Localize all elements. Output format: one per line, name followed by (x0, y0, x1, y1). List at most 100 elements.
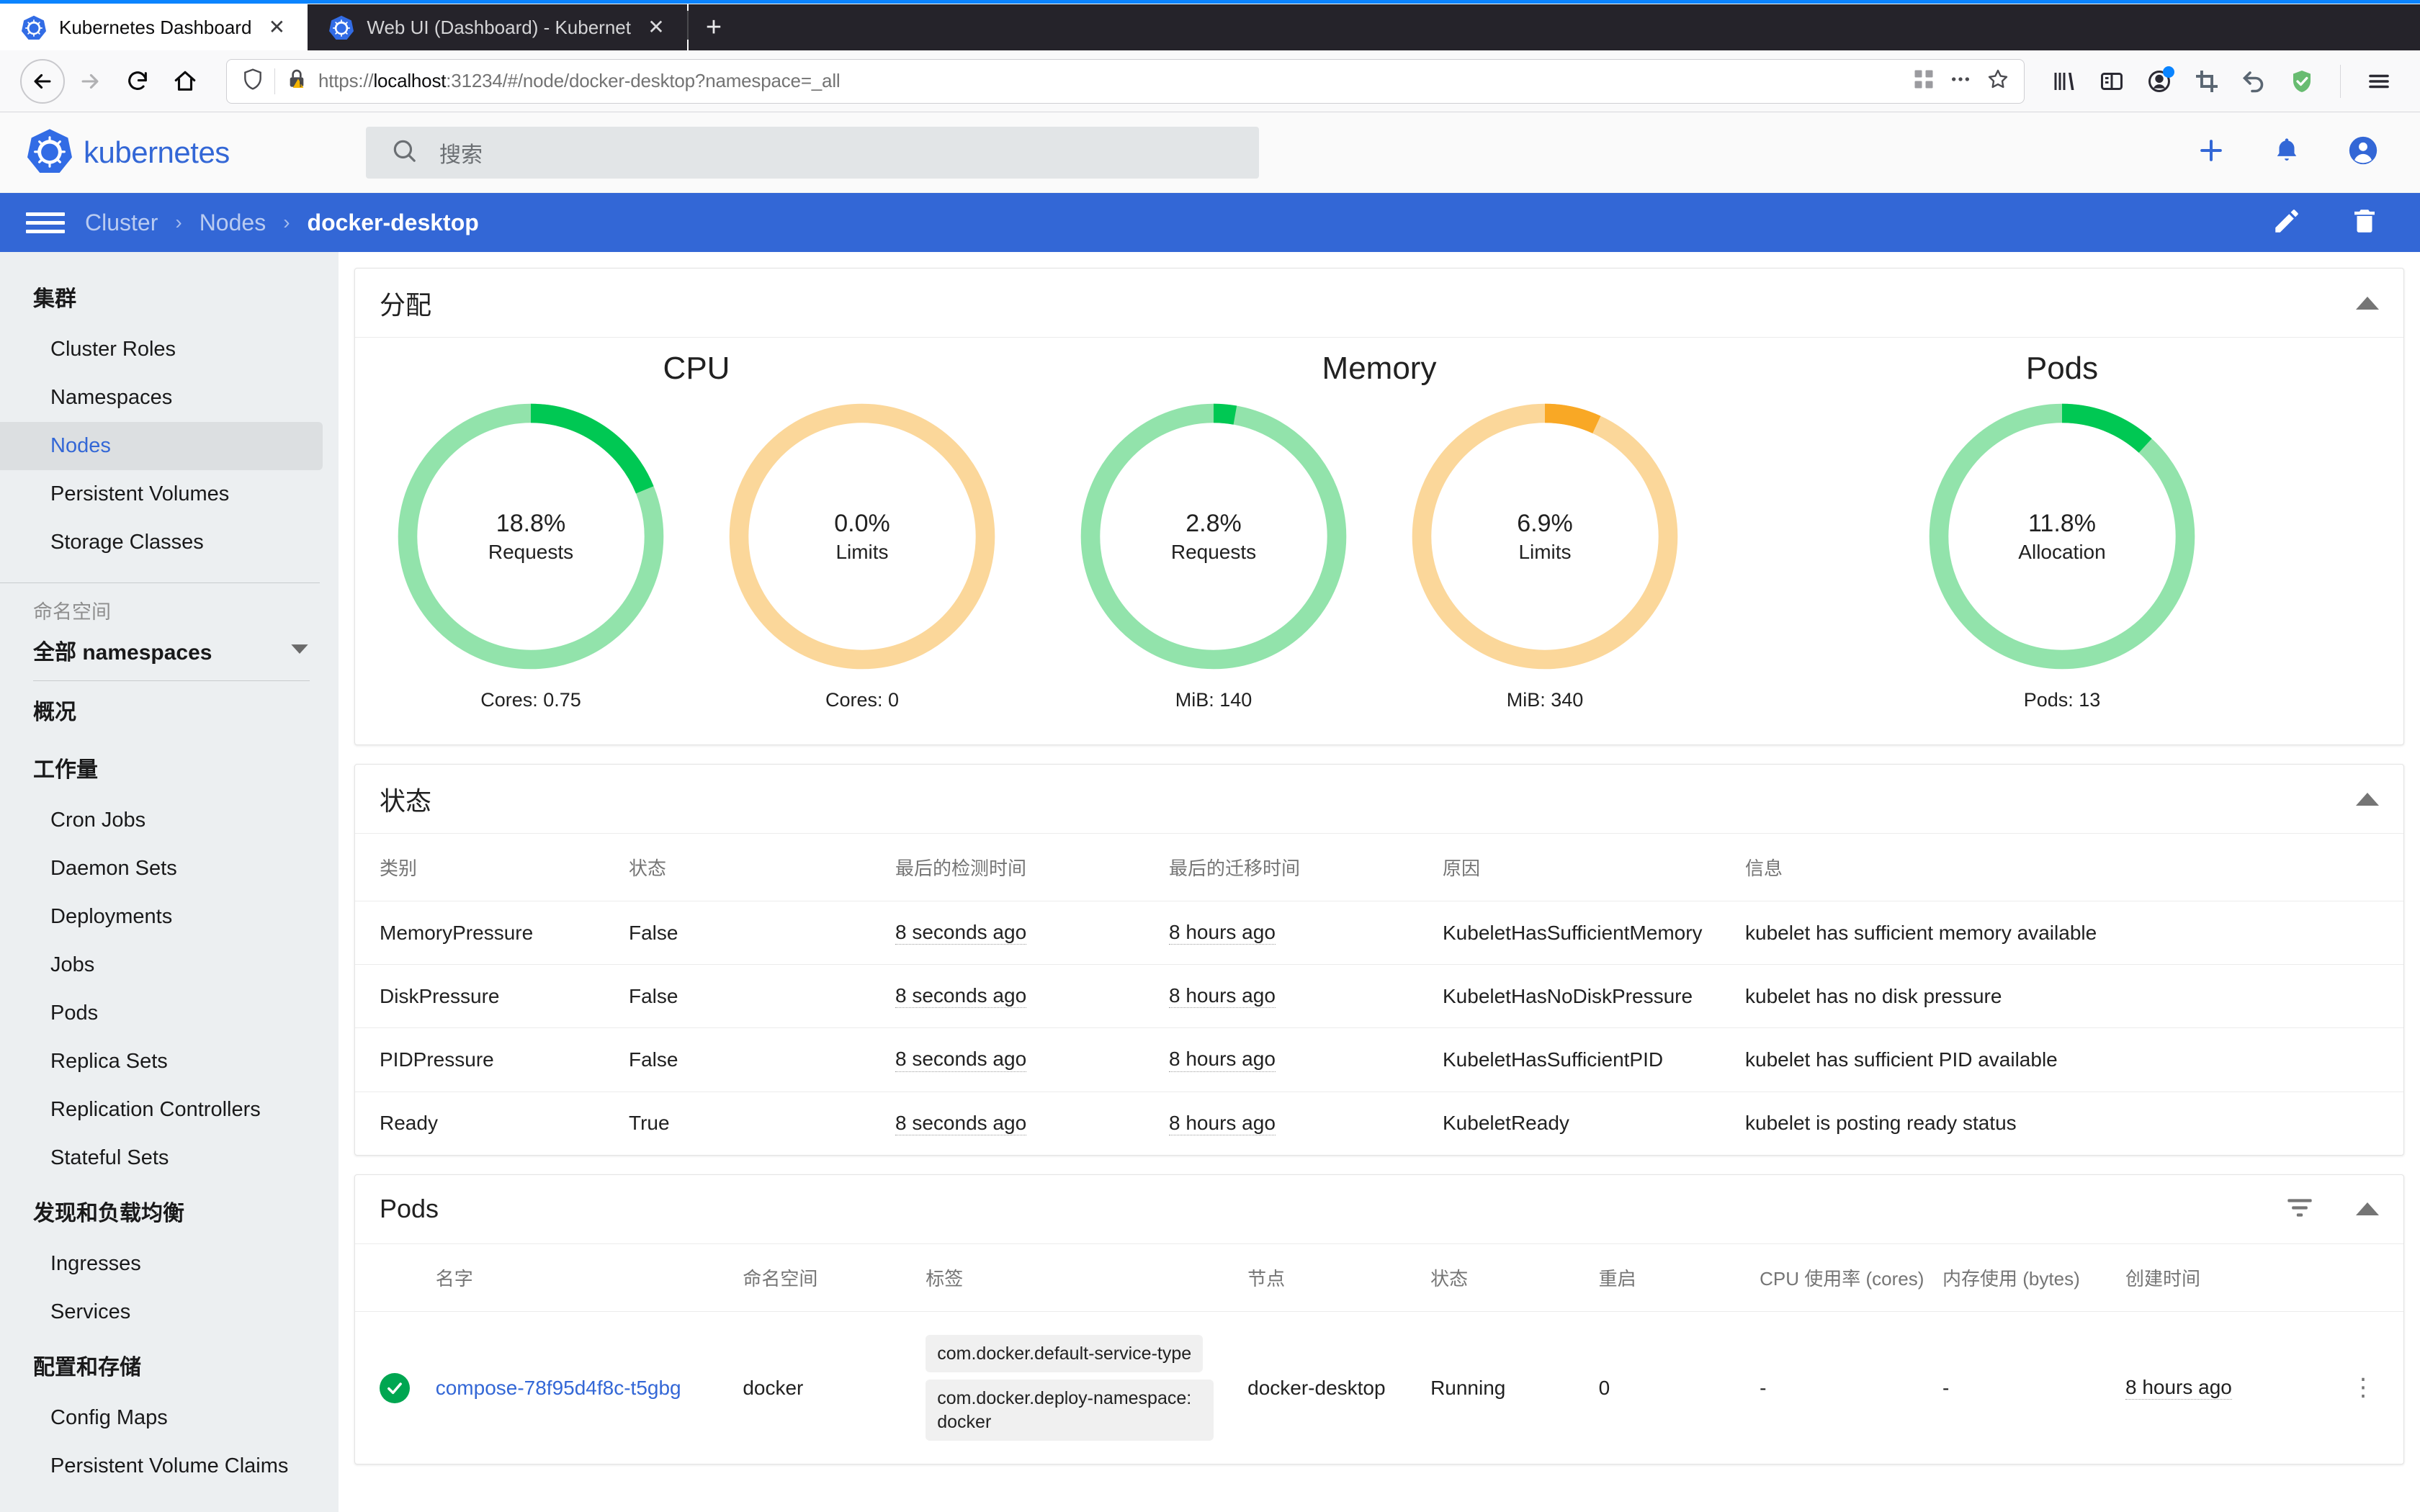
hamburger-menu-icon[interactable] (20, 212, 65, 233)
sidebar-item-namespaces[interactable]: Namespaces (0, 374, 323, 422)
lock-warning-icon[interactable] (285, 68, 308, 94)
pod-name-link[interactable]: compose-78f95d4f8c-t5gbg (436, 1377, 681, 1399)
account-icon[interactable] (2138, 60, 2180, 102)
sidebar-item-storage-classes[interactable]: Storage Classes (0, 518, 323, 567)
kebab-menu-icon[interactable]: ⋮ (2330, 1375, 2396, 1399)
new-tab-button[interactable]: + (688, 4, 739, 50)
sidebar-item-stateful-sets[interactable]: Stateful Sets (0, 1134, 323, 1182)
sidebar-item-pods[interactable]: Pods (0, 989, 323, 1038)
bell-icon[interactable] (2272, 135, 2302, 169)
sidebar-section-overview[interactable]: 概况 (0, 681, 339, 739)
column-header-type[interactable]: 类别 (355, 834, 629, 901)
pod-node: docker-desktop (1247, 1376, 1386, 1399)
kubernetes-logo-icon (27, 128, 72, 176)
sidebar-section-config: 配置和存储 (33, 1356, 141, 1380)
url-bar[interactable]: https://localhost:31234/#/node/docker-de… (226, 58, 2025, 104)
url-text[interactable]: https://localhost:31234/#/node/docker-de… (318, 70, 1903, 92)
sidebar-section-workloads: 工作量 (33, 758, 98, 782)
ellipsis-icon[interactable] (1949, 68, 1972, 94)
column-header-last-heartbeat[interactable]: 最后的检测时间 (895, 834, 1169, 901)
allocation-group-memory: Memory 2.8% Requests MiB: 140 6.9% Limit… (1038, 351, 1721, 711)
condition-status: False (629, 1027, 895, 1092)
column-header-last-transition[interactable]: 最后的迁移时间 (1169, 834, 1443, 901)
sidebar-item-config-maps[interactable]: Config Maps (0, 1394, 323, 1442)
qr-code-icon[interactable] (1913, 68, 1935, 94)
account-circle-icon[interactable] (2347, 134, 2380, 171)
pod-row-menu-cell[interactable]: ⋮ (2330, 1311, 2403, 1464)
collapse-caret-icon[interactable] (2356, 792, 2379, 806)
undo-icon[interactable] (2233, 60, 2275, 102)
home-icon[interactable] (163, 59, 207, 104)
sidebar-item-replication-controllers[interactable]: Replication Controllers (0, 1086, 323, 1134)
breadcrumb-item-cluster[interactable]: Cluster (85, 210, 158, 236)
column-header-restarts[interactable]: 重启 (1598, 1243, 1760, 1312)
column-header-memory[interactable]: 内存使用 (bytes) (1942, 1243, 2125, 1312)
library-icon[interactable] (2043, 60, 2085, 102)
collapse-caret-icon[interactable] (2356, 1202, 2379, 1216)
browser-navbar: https://localhost:31234/#/node/docker-de… (0, 50, 2420, 112)
label-chip: com.docker.default-service-type (926, 1334, 1204, 1373)
sidebar-item-services[interactable]: Services (0, 1288, 323, 1336)
pods-table-header-row: 名字 命名空间 标签 节点 状态 重启 CPU 使用率 (cores) 内存使用… (355, 1243, 2403, 1312)
star-icon[interactable] (1986, 68, 2009, 94)
allocation-card-header: 分配 (355, 269, 2403, 338)
donut-footer: Pods: 13 (2023, 689, 2101, 711)
allocation-group-title: CPU (663, 351, 730, 386)
condition-type: DiskPressure (355, 964, 629, 1029)
browser-tab-inactive[interactable]: Web UI (Dashboard) - Kubernet ✕ (308, 4, 687, 50)
sidebar-item-persistent-volumes[interactable]: Persistent Volumes (0, 470, 323, 518)
column-header-name[interactable]: 名字 (435, 1243, 743, 1312)
forward-icon[interactable] (68, 59, 112, 104)
conditions-table-header-row: 类别 状态 最后的检测时间 最后的迁移时间 原因 信息 (355, 834, 2403, 901)
browser-tab-active[interactable]: Kubernetes Dashboard ✕ (0, 4, 308, 50)
condition-transition: 8 hours ago (1169, 964, 1443, 1029)
column-header-reason[interactable]: 原因 (1443, 834, 1745, 901)
chevron-down-icon (290, 641, 310, 660)
close-icon[interactable]: ✕ (644, 17, 668, 37)
collapse-caret-icon[interactable] (2356, 296, 2379, 310)
app-menu-icon[interactable] (2358, 60, 2400, 102)
shield-icon[interactable] (241, 68, 264, 94)
donut-percent: 18.8% (496, 509, 566, 537)
sidebar-item-ingresses[interactable]: Ingresses (0, 1240, 323, 1288)
pod-name-cell[interactable]: compose-78f95d4f8c-t5gbg (436, 1311, 743, 1464)
sidebar-icon[interactable] (2091, 60, 2133, 102)
close-icon[interactable]: ✕ (264, 17, 289, 37)
column-header-labels[interactable]: 标签 (926, 1243, 1248, 1312)
sidebar-item-cron-jobs[interactable]: Cron Jobs (0, 796, 323, 845)
pods-card: Pods 名字 命名空间 标签 节点 状态 重启 CPU 使用率 (cores)… (354, 1174, 2404, 1465)
breadcrumb-item-nodes[interactable]: Nodes (200, 210, 266, 236)
filter-icon[interactable] (2285, 1196, 2314, 1223)
column-header-created[interactable]: 创建时间 (2125, 1243, 2331, 1312)
edit-pencil-icon[interactable] (2272, 206, 2302, 240)
search-input[interactable]: 搜索 (366, 126, 1259, 179)
browser-toolbar-actions (2043, 60, 2400, 102)
column-header-message[interactable]: 信息 (1745, 834, 2403, 901)
condition-type: Ready (380, 1112, 438, 1135)
plus-icon[interactable] (2195, 135, 2227, 170)
namespace-select[interactable]: 全部 namespaces (0, 630, 310, 666)
screenshot-crop-icon[interactable] (2186, 60, 2228, 102)
column-header-node[interactable]: 节点 (1247, 1243, 1431, 1312)
allocation-charts: CPU 18.8% Requests Cores: 0.75 0.0% Limi… (355, 338, 2403, 744)
sidebar-item-jobs[interactable]: Jobs (0, 941, 323, 989)
column-header-cpu[interactable]: CPU 使用率 (cores) (1760, 1243, 1943, 1312)
donut-kind: Limits (835, 540, 889, 563)
sidebar-item-nodes[interactable]: Nodes (0, 422, 323, 470)
column-header-status[interactable]: 状态 (629, 834, 895, 901)
condition-message: kubelet has sufficient PID available (1745, 1027, 2403, 1092)
column-header-namespace[interactable]: 命名空间 (743, 1243, 926, 1312)
sidebar-item-daemon-sets[interactable]: Daemon Sets (0, 845, 323, 893)
reload-icon[interactable] (115, 59, 160, 104)
back-icon[interactable] (20, 58, 65, 104)
toolbar-divider (2340, 64, 2341, 98)
table-row: Ready True 8 seconds ago 8 hours ago Kub… (355, 1092, 2403, 1155)
adguard-shield-icon[interactable] (2281, 60, 2323, 102)
delete-trash-icon[interactable] (2349, 206, 2380, 240)
app-brand[interactable]: kubernetes (27, 128, 366, 176)
sidebar-item-deployments[interactable]: Deployments (0, 893, 323, 941)
sidebar-item-cluster-roles[interactable]: Cluster Roles (0, 325, 323, 374)
sidebar-item-replica-sets[interactable]: Replica Sets (0, 1038, 323, 1086)
column-header-status[interactable]: 状态 (1430, 1243, 1599, 1312)
sidebar-item-persistent-volume-claims[interactable]: Persistent Volume Claims (0, 1442, 323, 1490)
